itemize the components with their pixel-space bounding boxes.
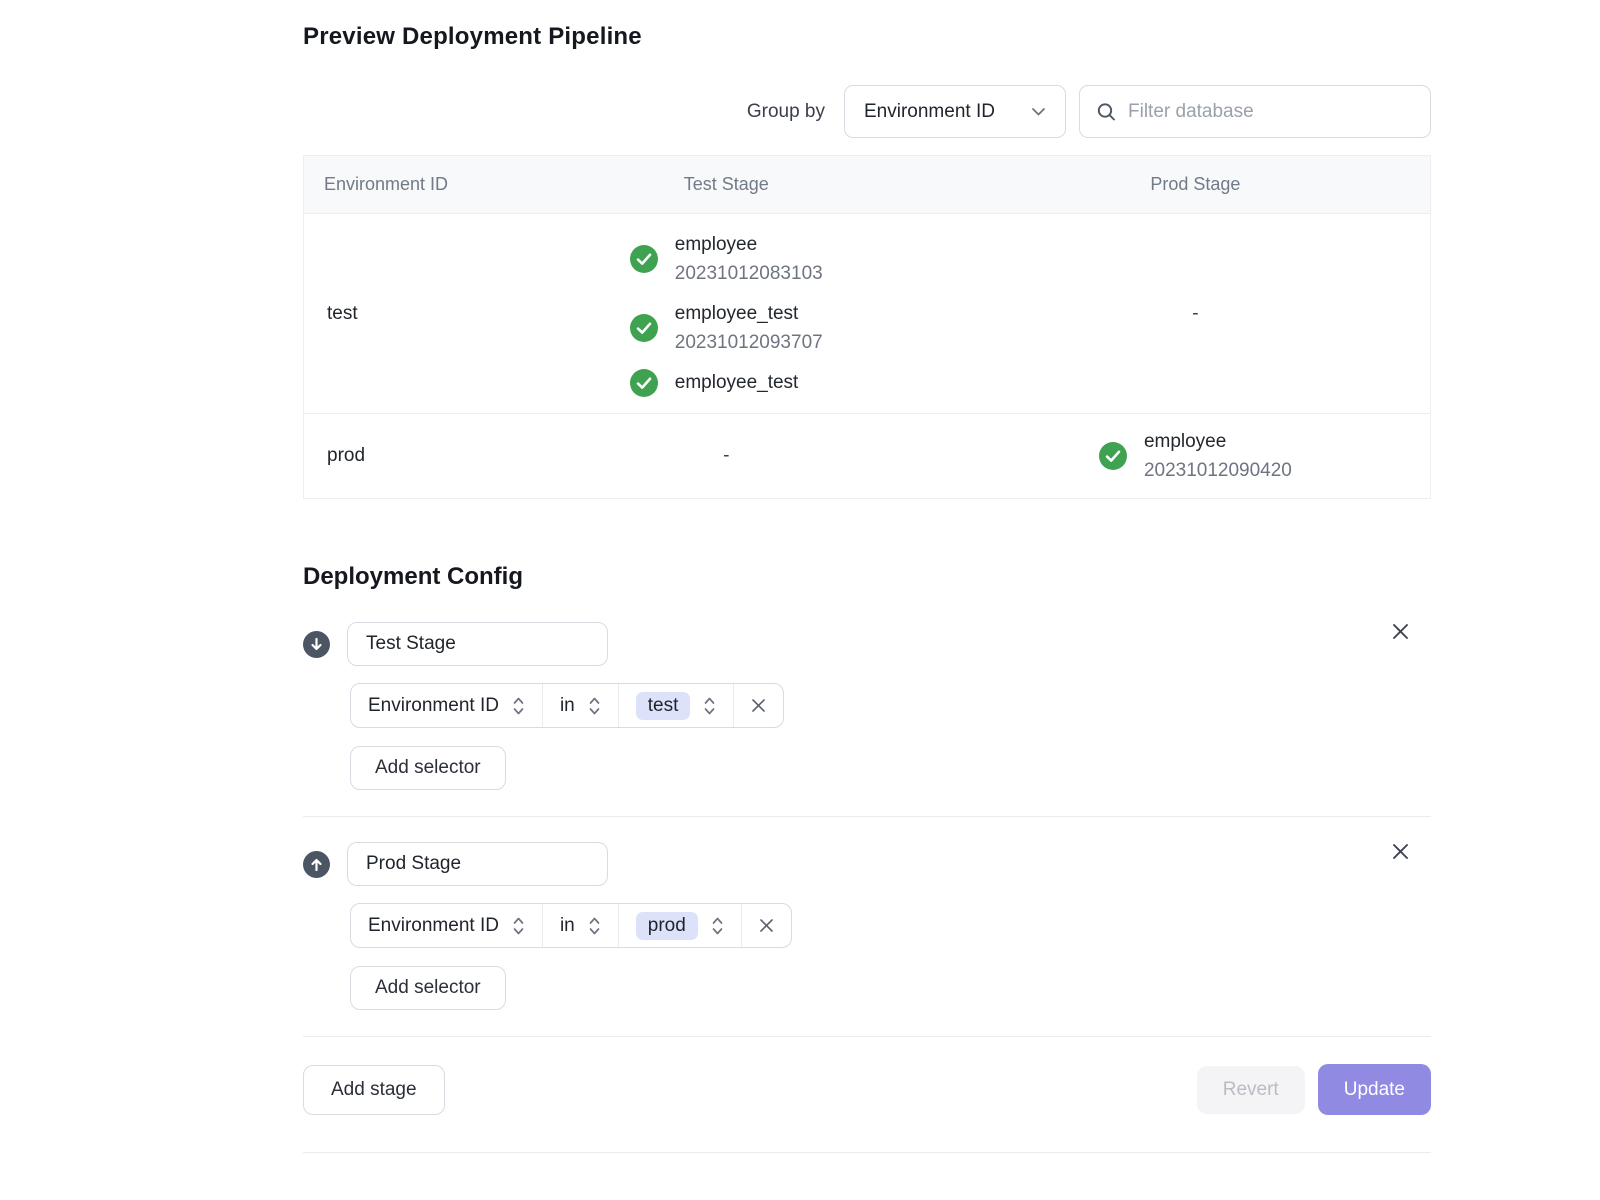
prod-stage-cell: - <box>961 214 1430 413</box>
arrow-down-icon <box>308 636 325 653</box>
section-divider <box>303 1036 1431 1037</box>
deployment-config-heading: Deployment Config <box>303 563 1431 591</box>
update-button[interactable]: Update <box>1318 1064 1431 1115</box>
empty-stage-dash: - <box>723 445 729 467</box>
footer-actions: Revert Update <box>1197 1064 1431 1115</box>
selector-operator-select[interactable]: in <box>543 684 619 727</box>
success-check-icon <box>630 245 658 273</box>
success-check-icon <box>1099 442 1127 470</box>
test-stage-cell: - <box>492 414 961 498</box>
arrow-up-icon <box>308 856 325 873</box>
table-row-prod: prod - employee 20231012090420 <box>304 413 1430 498</box>
group-by-selected-value: Environment ID <box>864 101 995 123</box>
selector-key-value: Environment ID <box>368 695 499 717</box>
remove-selector-button[interactable] <box>742 904 791 947</box>
search-icon <box>1096 101 1117 122</box>
selector-operator-value: in <box>560 695 575 717</box>
environment-cell: prod <box>304 414 492 498</box>
deployment-task: employee_test 20231012093707 <box>630 299 823 357</box>
deployment-task-list: employee 20231012083103 employee_test 20… <box>630 215 823 412</box>
schema-version: 20231012093707 <box>675 328 823 357</box>
deployment-task-text: employee_test <box>675 368 799 397</box>
test-stage-cell: employee 20231012083103 employee_test 20… <box>492 214 961 413</box>
deployment-task-text: employee_test 20231012093707 <box>675 299 823 357</box>
up-down-chevron-icon <box>512 695 525 717</box>
page-title: Preview Deployment Pipeline <box>303 0 1431 51</box>
group-by-select[interactable]: Environment ID <box>844 85 1066 138</box>
empty-stage-dash: - <box>1192 303 1198 325</box>
config-footer: Add stage Revert Update <box>303 1064 1431 1115</box>
database-name: employee_test <box>675 368 799 397</box>
stage-block-test: Environment ID in test Add selector <box>303 622 1431 790</box>
selector-values-select[interactable]: prod <box>619 904 742 947</box>
stage-header <box>303 622 1431 666</box>
pipeline-toolbar: Group by Environment ID <box>303 85 1431 138</box>
up-down-chevron-icon <box>512 915 525 937</box>
add-selector-button[interactable]: Add selector <box>350 746 506 790</box>
move-stage-down-button[interactable] <box>303 631 330 658</box>
main-panel: Preview Deployment Pipeline Group by Env… <box>303 0 1431 1153</box>
selector-values-select[interactable]: test <box>619 684 735 727</box>
deployment-task: employee_test <box>630 368 799 397</box>
success-check-icon <box>630 314 658 342</box>
up-down-chevron-icon <box>703 695 716 717</box>
up-down-chevron-icon <box>588 695 601 717</box>
up-down-chevron-icon <box>588 915 601 937</box>
deployment-task-text: employee 20231012083103 <box>675 230 823 288</box>
add-stage-button[interactable]: Add stage <box>303 1065 445 1115</box>
stage-header <box>303 842 1431 886</box>
deployment-task: employee 20231012090420 <box>1099 427 1292 485</box>
prod-stage-cell: employee 20231012090420 <box>961 414 1430 498</box>
close-icon <box>1390 621 1411 642</box>
close-icon <box>758 917 775 934</box>
selector-rule: Environment ID in prod <box>350 903 792 948</box>
column-header-test-stage: Test Stage <box>492 174 961 195</box>
chevron-down-icon <box>1031 107 1046 117</box>
stage-name-input[interactable] <box>347 842 608 886</box>
table-row-test: test employee 20231012083103 employee_te… <box>304 213 1430 413</box>
environment-cell: test <box>304 214 492 413</box>
column-header-environment-id: Environment ID <box>304 174 492 195</box>
schema-version: 20231012090420 <box>1144 456 1292 485</box>
filter-database-input[interactable] <box>1079 85 1431 138</box>
selector-operator-value: in <box>560 915 575 937</box>
pipeline-table: Environment ID Test Stage Prod Stage tes… <box>303 155 1431 499</box>
revert-button[interactable]: Revert <box>1197 1066 1305 1114</box>
schema-version: 20231012083103 <box>675 259 823 288</box>
move-stage-up-button[interactable] <box>303 851 330 878</box>
close-icon <box>750 697 767 714</box>
group-by-label: Group by <box>747 101 825 123</box>
filter-database-wrap <box>1079 85 1431 138</box>
section-divider <box>303 816 1431 817</box>
selector-key-value: Environment ID <box>368 915 499 937</box>
stage-name-input[interactable] <box>347 622 608 666</box>
up-down-chevron-icon <box>711 915 724 937</box>
selector-key-select[interactable]: Environment ID <box>351 904 543 947</box>
database-name: employee <box>675 230 823 259</box>
stage-block-prod: Environment ID in prod Add selector <box>303 842 1431 1010</box>
deployment-task-text: employee 20231012090420 <box>1144 427 1292 485</box>
close-icon <box>1390 841 1411 862</box>
bottom-divider <box>303 1152 1431 1153</box>
success-check-icon <box>630 369 658 397</box>
pipeline-table-header: Environment ID Test Stage Prod Stage <box>304 156 1430 213</box>
database-name: employee_test <box>675 299 823 328</box>
selector-rule: Environment ID in test <box>350 683 784 728</box>
remove-stage-button[interactable] <box>1385 836 1415 866</box>
remove-selector-button[interactable] <box>734 684 783 727</box>
selector-key-select[interactable]: Environment ID <box>351 684 543 727</box>
selector-value-tag: prod <box>636 912 698 940</box>
selector-operator-select[interactable]: in <box>543 904 619 947</box>
selector-value-tag: test <box>636 692 691 720</box>
deployment-task: employee 20231012083103 <box>630 230 823 288</box>
database-name: employee <box>1144 427 1292 456</box>
add-selector-button[interactable]: Add selector <box>350 966 506 1010</box>
column-header-prod-stage: Prod Stage <box>961 174 1430 195</box>
remove-stage-button[interactable] <box>1385 616 1415 646</box>
